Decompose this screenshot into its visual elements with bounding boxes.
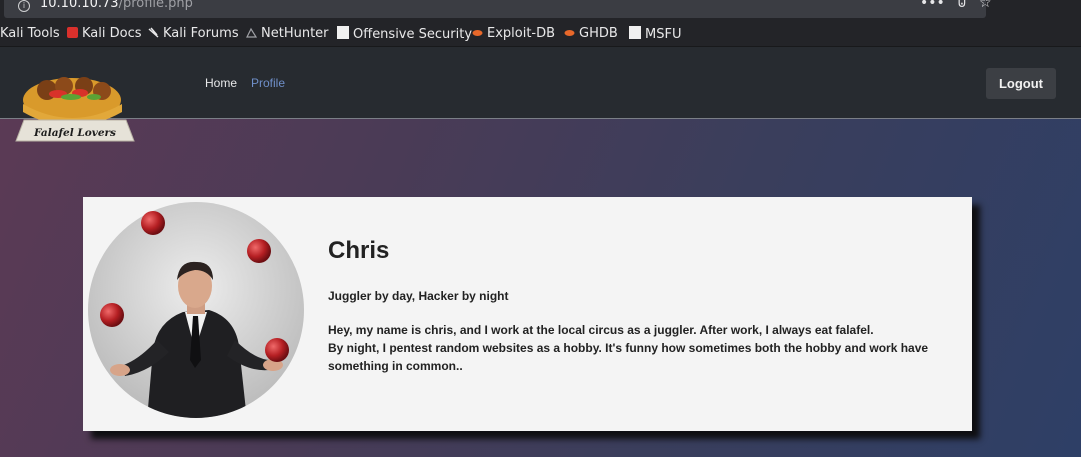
logo-text: Falafel Lovers	[33, 127, 116, 139]
bookmark-msfu[interactable]: MSFU	[629, 26, 681, 43]
bio-line: By night, I pentest random websites as a…	[328, 341, 929, 373]
profile-name: Chris	[328, 237, 390, 264]
juggling-ball	[100, 303, 124, 327]
pocket-icon[interactable]: ⊍	[957, 0, 967, 11]
profile-photo	[88, 202, 304, 418]
logout-button[interactable]: Logout	[986, 68, 1056, 99]
profile-bio: Hey, my name is chris, and I work at the…	[328, 321, 968, 375]
web-page: Home Profile Logout Falafel Lovers Chris…	[0, 47, 1081, 457]
falafel-lovers-logo[interactable]: Falafel Lovers	[14, 74, 136, 142]
nav-profile-link[interactable]: Profile	[251, 76, 285, 90]
bookmark-label: Kali Tools	[0, 26, 60, 41]
msfu-icon	[629, 26, 641, 39]
star-icon[interactable]: ☆	[979, 0, 992, 11]
profile-card: Chris Juggler by day, Hacker by night He…	[83, 197, 972, 431]
bookmark-label: Exploit-DB	[487, 26, 556, 41]
more-actions-icon[interactable]: •••	[920, 0, 945, 11]
bookmark-exploit-db[interactable]: Exploit-DB	[472, 26, 555, 42]
juggling-ball	[265, 338, 289, 362]
bookmark-label: Kali Docs	[82, 26, 142, 41]
info-icon[interactable]: i	[18, 0, 30, 12]
url-path: /profile.php	[118, 0, 193, 11]
site-navbar: Home Profile Logout	[0, 47, 1081, 119]
browser-toolbar: i 10.10.10.73/profile.php ••• ⊍ ☆	[0, 0, 1081, 22]
exploitdb-icon	[472, 27, 483, 38]
bookmark-label: Kali Forums	[163, 26, 239, 41]
nethunter-icon	[246, 27, 258, 38]
bookmark-offensive-security[interactable]: Offensive Security	[337, 26, 472, 43]
bookmark-kali-tools[interactable]: Kali Tools	[0, 26, 60, 42]
bio-line: Hey, my name is chris, and I work at the…	[328, 323, 874, 337]
bookmark-label: NetHunter	[261, 26, 329, 41]
kali-docs-icon	[67, 27, 78, 38]
juggling-ball	[247, 239, 271, 263]
falafel-icon	[23, 77, 122, 126]
bookmark-label: GHDB	[579, 26, 618, 41]
juggling-ball	[141, 211, 165, 235]
page-actions: ••• ⊍ ☆	[920, 0, 1004, 11]
dragon-icon	[148, 27, 159, 38]
url-host: 10.10.10.73	[40, 0, 119, 11]
url-text[interactable]: 10.10.10.73/profile.php	[40, 0, 193, 12]
offsec-icon	[337, 26, 349, 39]
bookmark-nethunter[interactable]: NetHunter	[246, 26, 329, 42]
bookmark-label: MSFU	[645, 27, 682, 42]
bookmark-kali-forums[interactable]: Kali Forums	[148, 26, 239, 42]
bookmark-label: Offensive Security	[353, 27, 473, 42]
bookmark-ghdb[interactable]: GHDB	[564, 26, 618, 42]
profile-tagline: Juggler by day, Hacker by night	[328, 289, 509, 303]
nav-home-link[interactable]: Home	[205, 76, 237, 90]
bookmark-kali-docs[interactable]: Kali Docs	[67, 26, 142, 42]
address-bar[interactable]: i 10.10.10.73/profile.php ••• ⊍ ☆	[4, 0, 992, 18]
bookmarks-bar: Kali Tools Kali Docs Kali Forums NetHunt…	[0, 22, 1081, 47]
ghdb-icon	[564, 27, 575, 38]
